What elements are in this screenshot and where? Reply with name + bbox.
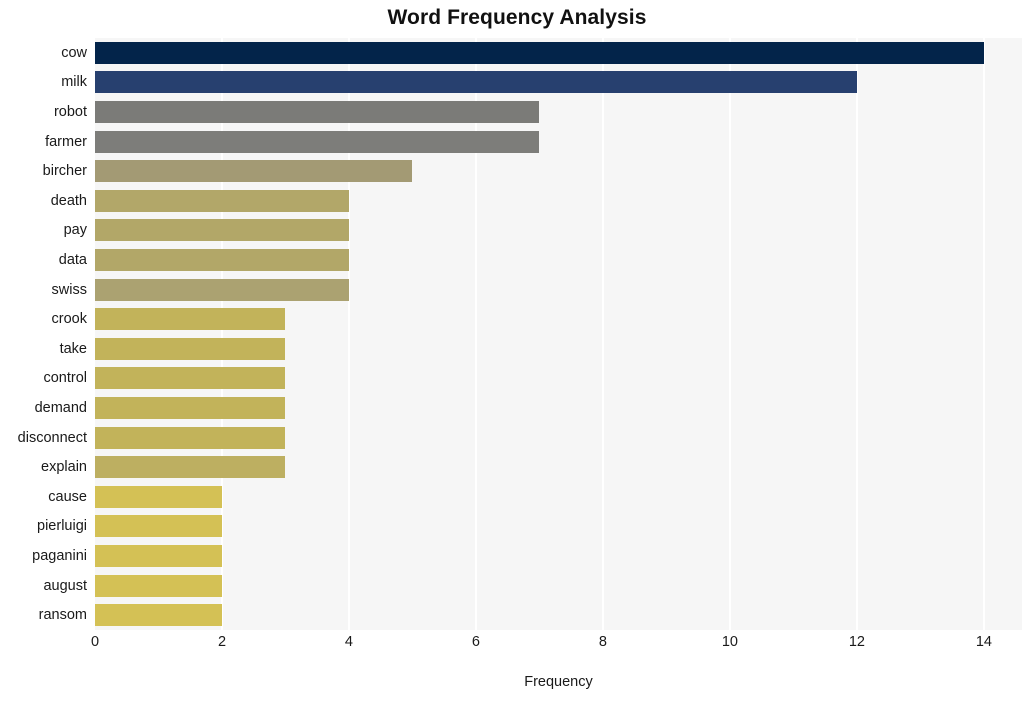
bar-death	[95, 189, 349, 212]
bar-explain	[95, 456, 286, 479]
y-tick-label-death: death	[50, 192, 87, 209]
x-tick-label-8: 8	[598, 634, 607, 650]
bar-control	[95, 367, 286, 390]
bar-swiss	[95, 278, 349, 301]
y-tick-label-paganini: paganini	[32, 548, 87, 564]
bar-disconnect	[95, 426, 286, 449]
y-tick-label-crook: crook	[51, 311, 87, 328]
y-tick-label-milk: milk	[61, 74, 87, 91]
y-tick-label-pay: pay	[63, 222, 87, 239]
bar-cause	[95, 485, 222, 508]
bar-robot	[95, 101, 540, 123]
bar-crook	[95, 308, 286, 331]
y-tick-label-pierluigi: pierluigi	[37, 518, 87, 535]
y-tick-label-cow: cow	[61, 44, 87, 61]
gridline-x-6	[474, 38, 477, 630]
x-axis-label: Frequency	[524, 674, 593, 690]
y-tick-label-bircher: bircher	[42, 163, 87, 180]
y-tick-label-demand: demand	[34, 400, 87, 416]
plot-area	[95, 38, 1022, 630]
bar-take	[95, 337, 286, 360]
bar-data	[95, 249, 349, 271]
x-tick-label-2: 2	[217, 634, 227, 650]
bar-pierluigi	[95, 515, 222, 538]
bar-ransom	[95, 604, 222, 627]
gridline-x-10	[728, 38, 731, 630]
x-axis-tick-labels: 0 2 4 6 8 10 12 14	[91, 634, 1022, 656]
y-tick-label-ransom: ransom	[38, 607, 87, 624]
bar-paganini	[95, 545, 222, 567]
y-tick-label-cause: cause	[48, 488, 87, 505]
gridline-x-12	[855, 38, 858, 630]
y-tick-label-swiss: swiss	[51, 281, 87, 298]
y-tick-label-august: august	[43, 577, 87, 594]
bar-cow	[95, 41, 984, 64]
bar-august	[95, 574, 222, 597]
y-tick-label-robot: robot	[53, 104, 87, 120]
x-tick-label-10: 10	[721, 634, 738, 650]
gridline-x-2	[220, 38, 223, 630]
bar-milk	[95, 71, 857, 94]
y-tick-label-take: take	[59, 340, 87, 357]
gridline-x-14	[982, 38, 985, 630]
x-tick-label-14: 14	[975, 634, 992, 650]
bar-pay	[95, 219, 349, 242]
bar-demand	[95, 397, 286, 419]
y-tick-label-explain: explain	[41, 459, 87, 476]
y-axis-tick-labels: cow milk robot farmer bircher death pay data swi…	[0, 38, 87, 630]
chart-figure: Word Frequency Analysis cow milk robot farm…	[0, 0, 1034, 701]
y-tick-label-farmer: farmer	[45, 133, 87, 150]
gridline-x-4	[347, 38, 350, 630]
x-tick-label-0: 0	[90, 634, 100, 650]
bar-bircher	[95, 160, 413, 183]
x-tick-label-12: 12	[848, 634, 865, 650]
gridline-x-8	[601, 38, 604, 630]
page-title: Word Frequency Analysis	[387, 6, 647, 29]
x-tick-label-6: 6	[471, 634, 480, 650]
x-tick-label-4: 4	[344, 634, 354, 650]
bar-farmer	[95, 130, 540, 153]
y-tick-label-disconnect: disconnect	[17, 429, 87, 446]
y-tick-label-control: control	[43, 370, 87, 387]
y-tick-label-data: data	[58, 252, 87, 268]
